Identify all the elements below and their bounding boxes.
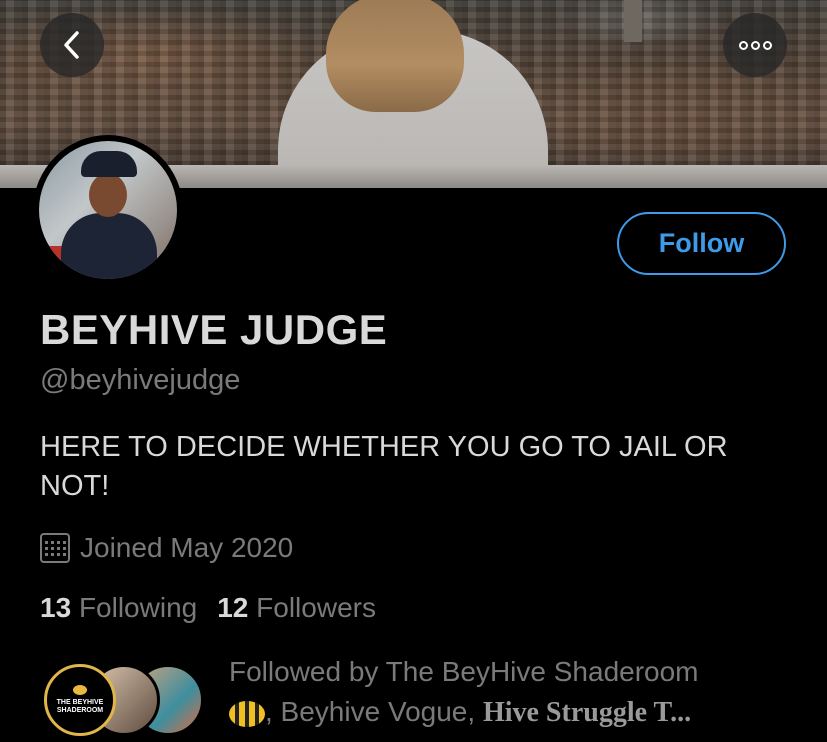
more-options-button[interactable] bbox=[723, 13, 787, 77]
profile-bio: HERE TO DECIDE WHETHER YOU GO TO JAIL OR… bbox=[40, 431, 728, 502]
follow-stats: 13 Following 12 Followers bbox=[40, 592, 376, 624]
bee-emoji-icon bbox=[229, 700, 265, 727]
followers-stat[interactable]: 12 Followers bbox=[217, 592, 376, 624]
followers-count: 12 bbox=[217, 592, 249, 623]
avatar1-text: THE BEYHIVE SHADEROOM bbox=[56, 699, 104, 714]
followed-by-last: Hive Struggle T... bbox=[482, 697, 692, 728]
avatar-photo bbox=[39, 141, 177, 279]
following-label: Following bbox=[78, 592, 198, 623]
more-dots-icon bbox=[738, 40, 772, 50]
back-button[interactable] bbox=[40, 13, 104, 77]
chevron-left-icon bbox=[64, 31, 79, 59]
bee-logo-icon bbox=[73, 685, 87, 695]
followed-by-sep: , Beyhive Vogue, bbox=[265, 696, 483, 727]
joined-date: Joined May 2020 bbox=[40, 532, 293, 564]
profile-avatar[interactable] bbox=[33, 135, 183, 285]
following-stat[interactable]: 13 Following bbox=[40, 592, 197, 624]
followed-by-avatars[interactable]: THE BEYHIVE SHADEROOM bbox=[44, 664, 214, 738]
followed-by-line1: Followed by The BeyHive Shaderoom bbox=[229, 656, 699, 687]
user-handle: @beyhivejudge bbox=[40, 364, 241, 396]
following-count: 13 bbox=[40, 592, 72, 623]
banner-tower bbox=[624, 0, 642, 42]
joined-text: Joined May 2020 bbox=[80, 532, 294, 563]
followers-label: Followers bbox=[256, 592, 376, 623]
avatar-beyhive-shaderoom: THE BEYHIVE SHADEROOM bbox=[44, 664, 116, 736]
followed-by-text[interactable]: Followed by The BeyHive Shaderoom , Beyh… bbox=[229, 652, 789, 733]
follow-button[interactable]: Follow bbox=[617, 212, 786, 275]
banner-hair bbox=[326, 0, 464, 112]
calendar-icon bbox=[40, 533, 70, 563]
display-name: BEYHIVE JUDGE bbox=[40, 306, 388, 353]
